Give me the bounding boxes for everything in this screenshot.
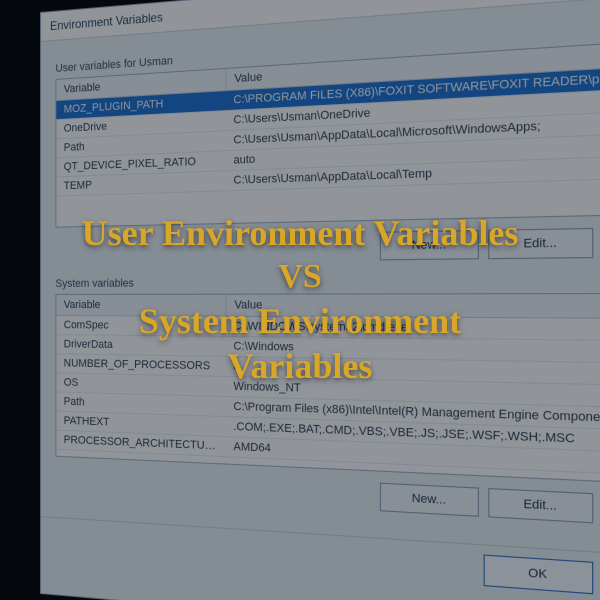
user-button-row: New... Edit... Delete <box>59 226 600 264</box>
cell-variable: ComSpec <box>56 316 225 336</box>
system-vars-label: System variables <box>55 274 600 290</box>
cell-variable: NUMBER_OF_PROCESSORS <box>56 354 225 376</box>
system-vars-grid[interactable]: Variable Value ComSpecC:\WINDOWS\system3… <box>55 293 600 488</box>
col-variable[interactable]: Variable <box>56 295 226 316</box>
edit-button[interactable]: Edit... <box>488 228 593 259</box>
cell-variable: DriverData <box>56 335 225 356</box>
ok-button[interactable]: OK <box>484 554 594 594</box>
stage: Environment Variables User variables for… <box>0 0 600 600</box>
window-title: Environment Variables <box>50 10 163 33</box>
grid-header: Variable Value <box>56 294 600 319</box>
col-value[interactable]: Value <box>226 294 600 318</box>
window-content: User variables for Usman Variable Value … <box>41 0 600 561</box>
edit-button[interactable]: Edit... <box>488 488 593 523</box>
new-button[interactable]: New... <box>380 483 479 517</box>
env-vars-window: Environment Variables User variables for… <box>40 0 600 600</box>
new-button[interactable]: New... <box>380 230 479 260</box>
